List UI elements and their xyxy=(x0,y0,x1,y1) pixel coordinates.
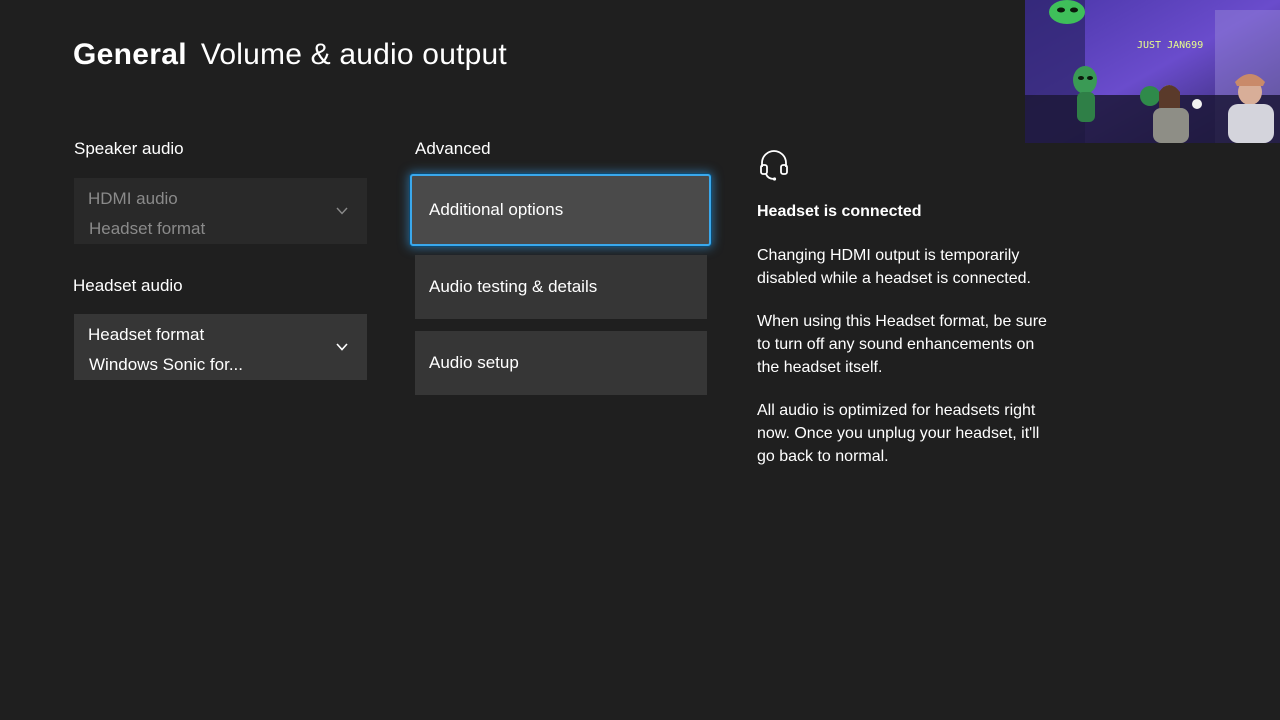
audio-testing-details-button[interactable]: Audio testing & details xyxy=(415,255,707,319)
advanced-label: Advanced xyxy=(415,139,491,158)
additional-options-label: Additional options xyxy=(429,200,564,219)
audio-setup-button[interactable]: Audio setup xyxy=(415,331,707,395)
info-paragraph: All audio is optimized for headsets righ… xyxy=(757,402,1040,465)
headset-icon xyxy=(760,150,788,181)
settings-page: General Volume & audio output Speaker au… xyxy=(0,0,1280,720)
speaker-audio-label: Speaker audio xyxy=(74,139,184,158)
info-paragraph: When using this Headset format, be sure … xyxy=(757,313,1047,376)
audio-testing-details-label: Audio testing & details xyxy=(429,277,598,296)
headset-audio-dropdown[interactable]: Headset format Windows Sonic for... xyxy=(74,314,367,380)
section-title: General xyxy=(73,38,187,71)
webcam-feed-image: JUST JAN699 xyxy=(1025,0,1280,143)
webcam-overlay: JUST JAN699 xyxy=(1025,0,1280,143)
headset-audio-label: Headset audio xyxy=(73,276,183,295)
audio-setup-label: Audio setup xyxy=(429,353,519,372)
page-title: Volume & audio output xyxy=(200,38,507,71)
webcam-sign-text: JUST JAN699 xyxy=(1137,40,1203,51)
additional-options-button[interactable]: Additional options xyxy=(410,174,711,246)
info-paragraph: Changing HDMI output is temporarily disa… xyxy=(757,247,1031,287)
speaker-audio-value: HDMI audio xyxy=(88,189,178,208)
chevron-down-icon xyxy=(336,343,348,351)
speaker-audio-format: Headset format xyxy=(89,219,206,238)
page-header: General Volume & audio output xyxy=(73,38,507,72)
chevron-down-icon xyxy=(336,207,348,215)
speaker-audio-dropdown[interactable]: HDMI audio Headset format xyxy=(74,178,367,244)
headset-audio-format: Windows Sonic for... xyxy=(89,355,244,374)
headset-audio-value: Headset format xyxy=(88,325,205,344)
info-panel: Headset is connected Changing HDMI outpu… xyxy=(757,148,1057,468)
headset-connected-title: Headset is connected xyxy=(757,203,922,220)
